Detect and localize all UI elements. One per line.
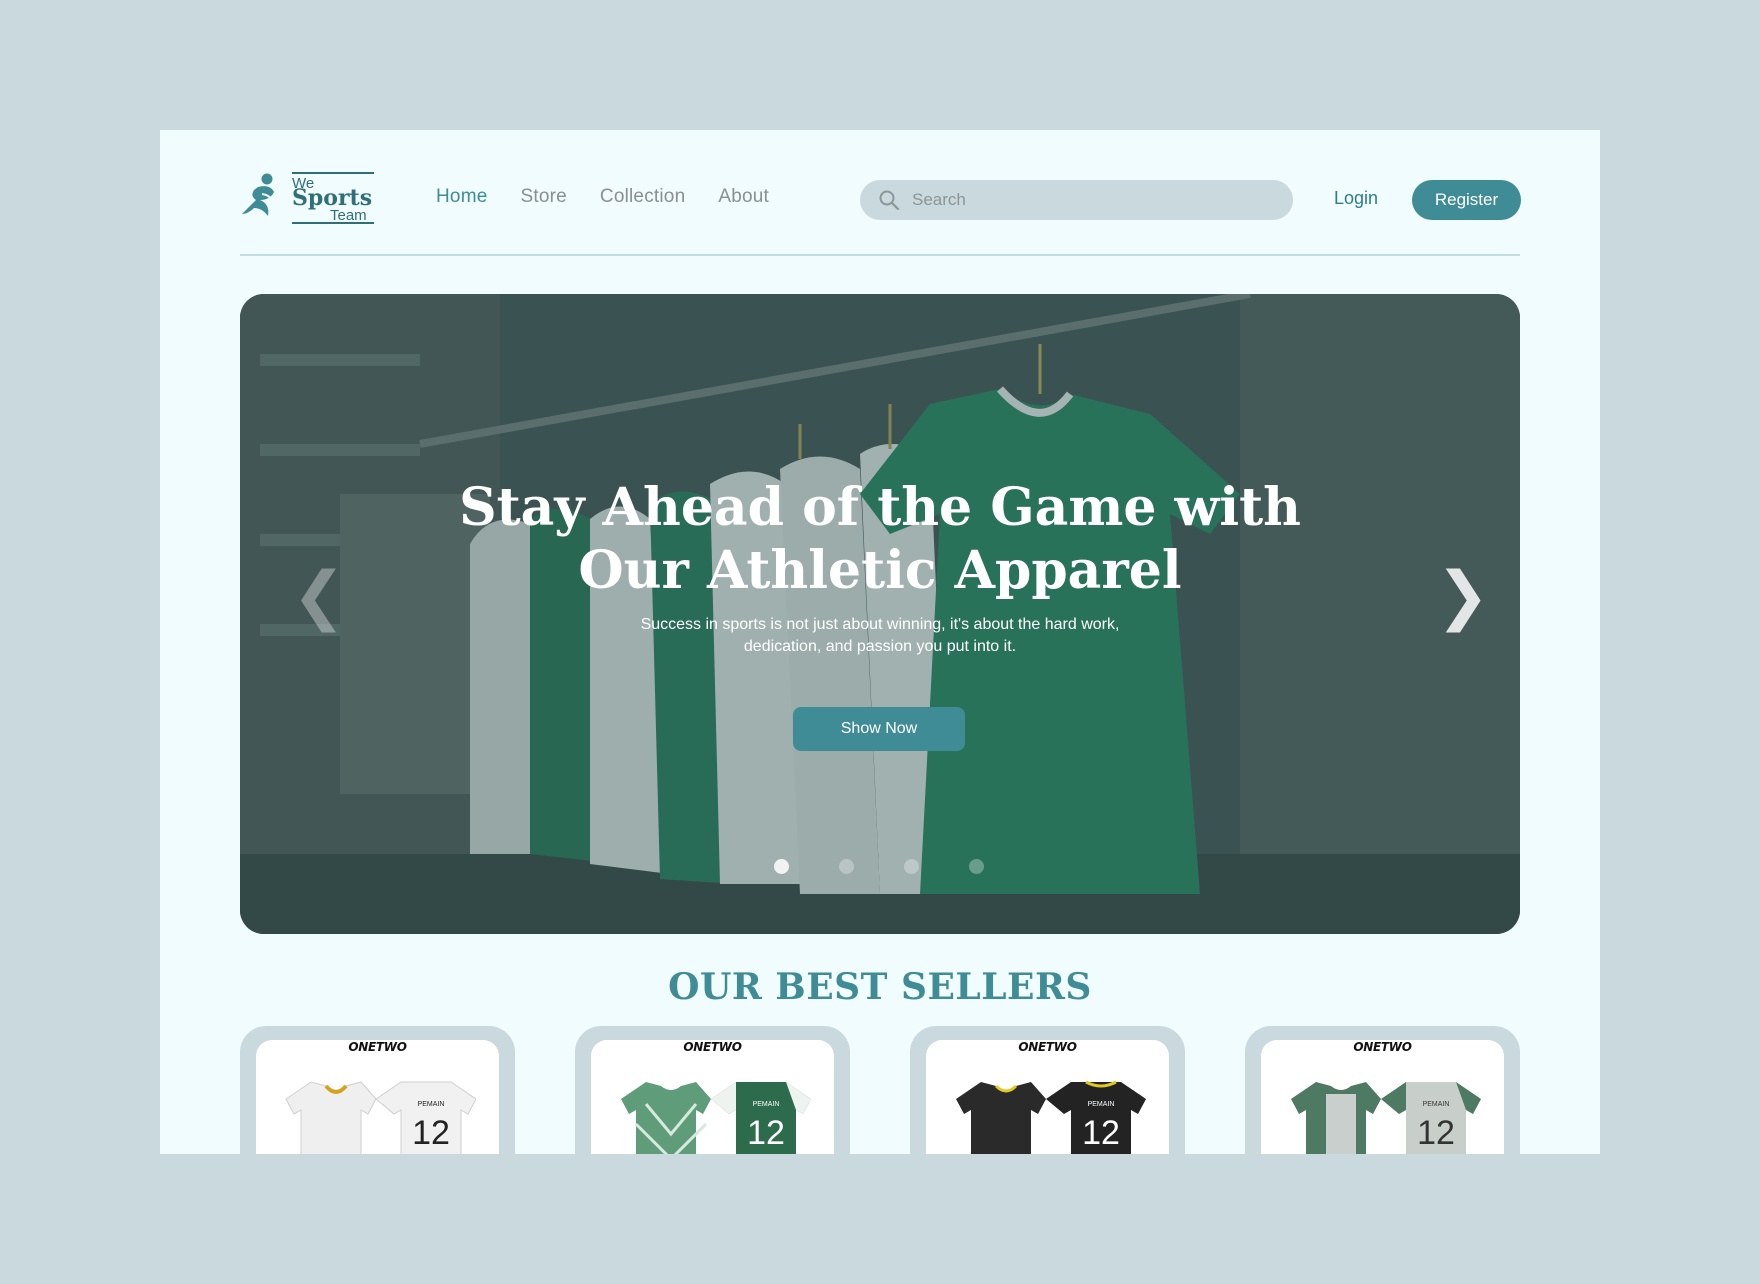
product-card[interactable]: ONETWO PEMAIN 12 [575, 1026, 850, 1154]
page-frame: We Sports Team Home Store Collection Abo… [160, 130, 1600, 1154]
chevron-right-icon[interactable]: ❯ [1436, 564, 1490, 628]
register-button[interactable]: Register [1412, 180, 1521, 220]
product-brand: ONETWO [348, 1040, 407, 1054]
carousel-dot-3[interactable] [904, 859, 919, 874]
jersey-name: PEMAIN [1088, 1101, 1115, 1108]
jersey-image: PEMAIN 12 [285, 1081, 476, 1154]
hero-subtitle-line-2: dedication, and passion you put into it. [743, 638, 1017, 655]
search-icon [879, 190, 900, 211]
carousel-dot-4[interactable] [969, 859, 984, 874]
nav-home[interactable]: Home [436, 186, 487, 208]
product-image-frame: ONETWO PEMAIN 12 [926, 1040, 1169, 1154]
jersey-image: PEMAIN 12 [621, 1082, 811, 1154]
product-brand: ONETWO [1018, 1040, 1077, 1054]
product-brand: ONETWO [1353, 1040, 1412, 1054]
product-card[interactable]: ONETWO PEMAIN 12 [240, 1026, 515, 1154]
product-card[interactable]: ONETWO PEMAIN 12 [1245, 1026, 1520, 1154]
jersey-number: 12 [1417, 1114, 1455, 1152]
header-divider [240, 254, 1520, 256]
product-image-frame: ONETWO PEMAIN 12 [1261, 1040, 1504, 1154]
best-sellers-title: OUR BEST SELLERS [668, 966, 1092, 1008]
chevron-left-icon[interactable]: ❮ [292, 564, 346, 628]
jersey-name: PEMAIN [753, 1101, 780, 1108]
carousel-dots [774, 859, 984, 874]
jersey-image: PEMAIN 12 [956, 1080, 1146, 1154]
nav-store[interactable]: Store [520, 186, 566, 208]
show-now-button[interactable]: Show Now [793, 707, 965, 751]
jersey-number: 12 [412, 1114, 450, 1152]
search-bar[interactable] [860, 180, 1293, 220]
hero-subtitle: Success in sports is not just about winn… [580, 614, 1180, 658]
product-brand: ONETWO [683, 1040, 742, 1054]
hero-carousel: Stay Ahead of the Game with Our Athletic… [240, 294, 1520, 934]
jersey-image: PEMAIN 12 [1291, 1082, 1481, 1154]
hero-subtitle-line-1: Success in sports is not just about winn… [640, 616, 1120, 633]
hero-title-line-1: Stay Ahead of the Game with [459, 477, 1301, 538]
best-sellers-list: ONETWO PEMAIN 12 ONETWO PEMAIN 12 ONETWO… [240, 1026, 1520, 1154]
logo-word-team: Team [330, 207, 367, 224]
hero-title: Stay Ahead of the Game with Our Athletic… [430, 476, 1330, 602]
site-header: We Sports Team Home Store Collection Abo… [240, 170, 1521, 244]
product-image-frame: ONETWO PEMAIN 12 [256, 1040, 499, 1154]
product-image-frame: ONETWO PEMAIN 12 [591, 1040, 834, 1154]
carousel-dot-2[interactable] [839, 859, 854, 874]
jersey-name: PEMAIN [1423, 1101, 1450, 1108]
jersey-number: 12 [1082, 1114, 1120, 1152]
nav-collection[interactable]: Collection [600, 186, 685, 208]
carousel-dot-1[interactable] [774, 859, 789, 874]
search-input[interactable] [910, 189, 1274, 211]
product-card[interactable]: ONETWO PEMAIN 12 [910, 1026, 1185, 1154]
jersey-name: PEMAIN [418, 1101, 445, 1108]
we-sports-team-logo[interactable]: We Sports Team [240, 170, 380, 226]
login-link[interactable]: Login [1334, 188, 1378, 209]
hero-title-line-2: Our Athletic Apparel [578, 540, 1182, 601]
jersey-number: 12 [747, 1114, 785, 1152]
nav-about[interactable]: About [718, 186, 769, 208]
main-nav: Home Store Collection About [436, 186, 769, 208]
